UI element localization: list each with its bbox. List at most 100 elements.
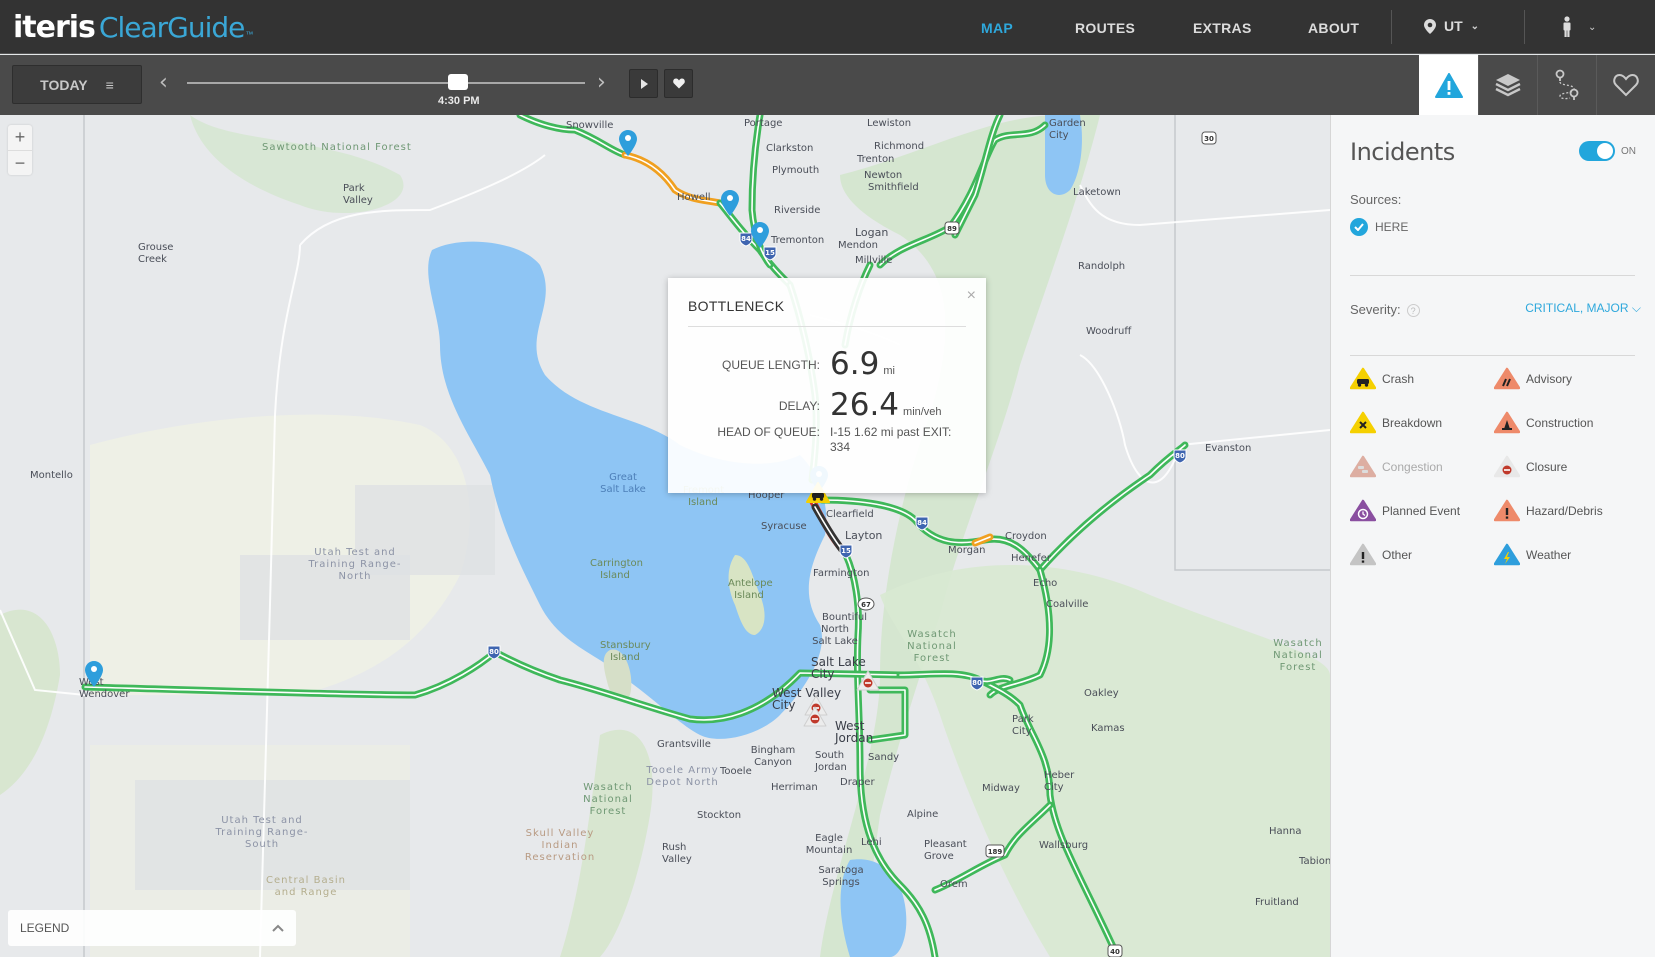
incident-type-label: Planned Event (1382, 503, 1461, 518)
map-label: Tabiona (1299, 856, 1330, 867)
chevron-up-icon (272, 924, 284, 932)
severity-dropdown[interactable]: CRITICAL, MAJOR ⌵ (1525, 301, 1641, 316)
map-label: Coalville (1046, 599, 1089, 610)
region-label: UT (1444, 18, 1463, 34)
map-label: Utah Test and Training Range-South (215, 815, 309, 850)
map-label: Echo (1033, 578, 1058, 589)
map-label: Pleasant Grove (924, 839, 967, 862)
warning-icon (1434, 72, 1463, 98)
map-label: Wallsburg (1039, 840, 1089, 851)
incident-type-advisory[interactable]: Advisory (1494, 367, 1572, 390)
time-slider-track[interactable] (187, 82, 585, 84)
tab-layers[interactable] (1478, 55, 1537, 115)
map-label: Central Basin and Range (266, 875, 346, 898)
incident-type-congestion[interactable]: Congestion (1350, 455, 1443, 478)
queue-length-label: QUEUE LENGTH: (721, 358, 820, 372)
map-label: Woodruff (1086, 326, 1132, 337)
region-selector[interactable]: UT ⌄ (1424, 18, 1479, 34)
tab-routes[interactable] (1537, 55, 1596, 115)
tab-favorites[interactable] (1596, 55, 1655, 115)
time-label: 4:30 PM (438, 95, 480, 107)
incident-pin-marker[interactable] (751, 222, 769, 248)
date-label: TODAY (40, 76, 88, 93)
closure-marker[interactable] (803, 706, 827, 727)
map-label: Portage (744, 118, 783, 129)
incident-pin-marker[interactable] (721, 190, 739, 216)
incident-type-construction[interactable]: Construction (1494, 411, 1593, 434)
map-label: Hanna (1269, 826, 1302, 837)
incident-type-closure[interactable]: Closure (1494, 455, 1567, 478)
check-icon (1354, 223, 1364, 231)
time-next-button[interactable]: › (597, 70, 606, 95)
heart-icon (672, 78, 685, 89)
nav-extras[interactable]: EXTRAS (1193, 20, 1252, 36)
close-icon[interactable]: × (967, 287, 976, 305)
zoom-in-button[interactable]: + (8, 125, 32, 150)
map-label: Riverside (774, 205, 821, 216)
date-selector-button[interactable]: TODAY ≡ (12, 65, 142, 104)
nav-routes[interactable]: ROUTES (1075, 20, 1135, 36)
time-slider-thumb[interactable] (447, 74, 468, 90)
incident-pin-marker[interactable] (85, 661, 103, 687)
severity-value: CRITICAL, MAJOR (1525, 301, 1629, 315)
nav-divider (1391, 10, 1392, 44)
incidents-panel: Incidents ON Sources: HERE Severity:? CR… (1330, 115, 1655, 957)
time-toolbar (0, 55, 1655, 115)
incident-type-breakdown[interactable]: Breakdown (1350, 411, 1442, 434)
map-label: Evanston (1205, 443, 1252, 454)
incident-type-weather[interactable]: Weather (1494, 543, 1571, 566)
map-label: Fruitland (1255, 897, 1299, 908)
incident-pin-marker[interactable] (619, 130, 637, 156)
incidents-toggle[interactable] (1579, 141, 1615, 161)
incident-type-other[interactable]: Other (1350, 543, 1412, 566)
map-label: Trenton (857, 154, 895, 165)
source-here-label: HERE (1375, 220, 1409, 234)
map-canvas[interactable]: + − Sawtooth National Forest Park Valley… (0, 115, 1330, 957)
severity-label-wrap: Severity:? (1350, 302, 1420, 318)
map-label: Wasatch National Forest (907, 629, 957, 664)
nav-map[interactable]: MAP (981, 20, 1013, 36)
incident-type-crash[interactable]: Crash (1350, 367, 1414, 390)
closure-icon (1494, 455, 1520, 478)
map-label: Smithfield (868, 182, 919, 193)
map-label: Utah Test and Training Range-North (308, 547, 402, 582)
incident-type-hazard-debris[interactable]: Hazard/Debris (1494, 499, 1603, 522)
user-menu[interactable]: ⌄ (1562, 16, 1596, 38)
map-label: Saratoga Springs (818, 865, 864, 888)
map-label: Tremonton (771, 235, 825, 246)
legend-toggle[interactable]: LEGEND (8, 910, 296, 946)
popup-title: BOTTLENECK (688, 298, 785, 314)
time-previous-button[interactable]: ‹ (159, 70, 168, 95)
nav-about[interactable]: ABOUT (1308, 20, 1359, 36)
incident-type-label: Closure (1526, 459, 1568, 474)
head-of-queue-label: HEAD OF QUEUE: (717, 425, 820, 439)
map-label: Draper (840, 777, 875, 788)
map-label: Snowville (566, 120, 614, 131)
logo[interactable]: iteris ClearGuide ™ (13, 10, 254, 45)
toggle-state-label: ON (1621, 146, 1636, 157)
map-label: Oakley (1084, 688, 1119, 699)
map-label: Alpine (907, 809, 939, 820)
map-label: Wasatch National Forest (583, 782, 633, 817)
map-label: Lehi (861, 837, 882, 848)
map-label: Logan (855, 226, 889, 239)
closure-marker[interactable] (856, 670, 880, 691)
panel-title: Incidents (1350, 138, 1455, 166)
zoom-out-button[interactable]: − (8, 150, 32, 175)
source-here-checkbox[interactable] (1350, 218, 1368, 236)
play-button[interactable] (629, 69, 658, 98)
map-label: South Jordan (815, 750, 847, 773)
help-icon[interactable]: ? (1406, 304, 1420, 318)
map-label: Montello (30, 470, 73, 481)
map-label: Antelope Island (728, 578, 773, 601)
favorite-time-button[interactable] (664, 69, 693, 98)
logo-trademark: ™ (245, 30, 254, 39)
location-pin-icon (1424, 18, 1436, 34)
incident-type-planned-event[interactable]: Planned Event (1350, 499, 1460, 522)
map-label: North Salt Lake (812, 624, 858, 647)
user-icon (1563, 16, 1571, 37)
map-label: Grouse Creek (138, 242, 174, 265)
incident-type-label: Construction (1526, 415, 1594, 430)
chevron-down-icon: ⌵ (1631, 301, 1641, 315)
tab-incidents[interactable] (1419, 55, 1478, 115)
